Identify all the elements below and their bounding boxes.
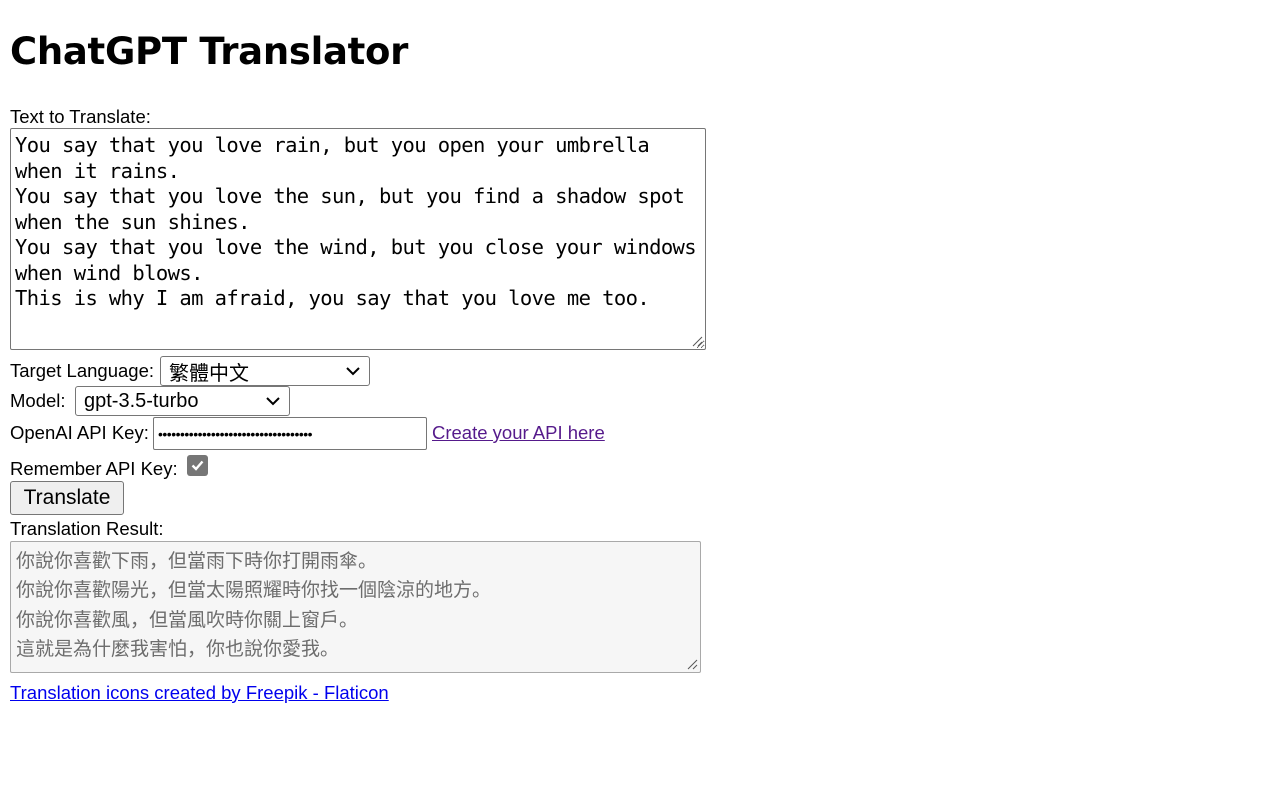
chevron-down-icon <box>266 397 280 406</box>
target-language-value: 繁體中文 <box>169 362 249 385</box>
remember-api-key-label: Remember API Key: <box>10 458 178 479</box>
target-language-select[interactable]: 繁體中文 <box>160 356 370 386</box>
model-select[interactable]: gpt-3.5-turbo <box>75 386 290 416</box>
create-api-key-link[interactable]: Create your API here <box>432 422 605 444</box>
checkmark-icon <box>191 460 204 471</box>
resize-grip-icon[interactable] <box>686 658 698 670</box>
source-text-label: Text to Translate: <box>10 106 151 127</box>
remember-api-key-checkbox[interactable] <box>187 455 208 476</box>
chevron-down-icon <box>346 367 360 376</box>
translate-button[interactable]: Translate <box>10 481 124 515</box>
translation-result-label: Translation Result: <box>10 518 164 539</box>
api-key-input[interactable]: ••••••••••••••••••••••••••••••••••• <box>153 417 427 450</box>
translation-result-output: 你說你喜歡下雨，但當雨下時你打開雨傘。 你說你喜歡陽光，但當太陽照耀時你找一個陰… <box>10 541 701 673</box>
flaticon-credit-link[interactable]: Translation icons created by Freepik - F… <box>10 682 389 704</box>
resize-grip-icon[interactable] <box>691 335 703 347</box>
page-title: ChatGPT Translator <box>10 30 409 73</box>
model-value: gpt-3.5-turbo <box>84 389 199 412</box>
api-key-label: OpenAI API Key: <box>10 422 149 443</box>
source-text-input[interactable]: You say that you love rain, but you open… <box>10 128 706 350</box>
model-label: Model: <box>10 390 66 411</box>
target-language-label: Target Language: <box>10 360 155 381</box>
